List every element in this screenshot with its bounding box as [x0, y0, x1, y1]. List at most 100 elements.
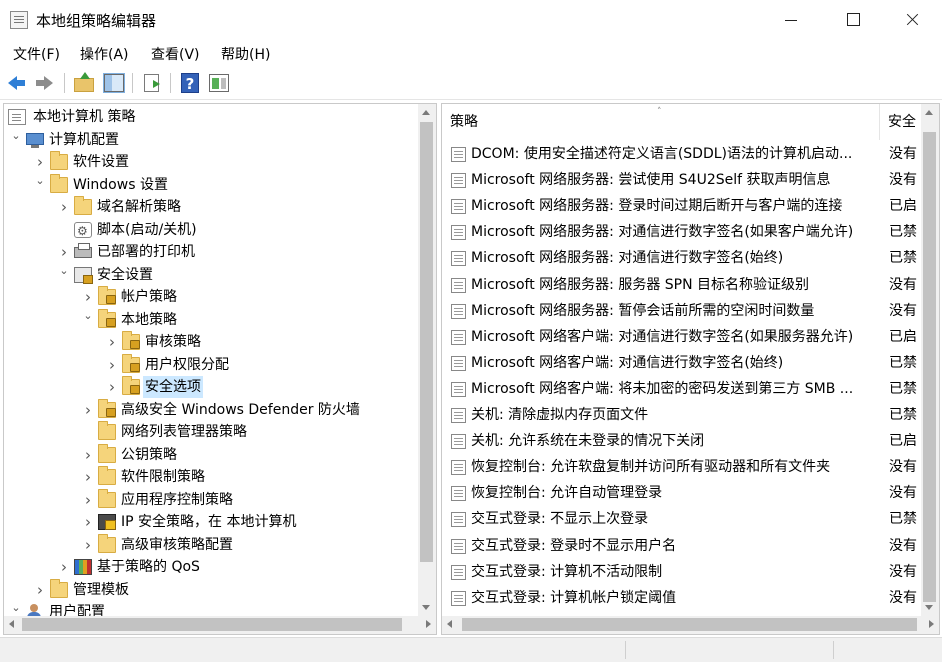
forward-button[interactable]	[32, 71, 56, 95]
policy-row[interactable]: 恢复控制台: 允许软盘复制并访问所有驱动器和所有文件夹 没有	[442, 454, 920, 480]
menu-file[interactable]: 文件(F)	[13, 44, 60, 64]
expand-chevron-icon[interactable]: ›	[82, 511, 94, 533]
policy-row[interactable]: DCOM: 使用安全描述符定义语言(SDDL)语法的计算机启动... 没有	[442, 141, 920, 167]
scroll-left-icon[interactable]	[447, 620, 452, 628]
tree-item[interactable]: › 帐户策略	[4, 286, 414, 308]
policy-row[interactable]: Microsoft 网络客户端: 对通信进行数字签名(如果服务器允许) 已启	[442, 324, 920, 350]
tree-item-label: 域名解析策略	[97, 199, 181, 215]
menu-view[interactable]: 查看(V)	[151, 44, 200, 64]
tree-horizontal-scrollbar[interactable]	[4, 616, 436, 634]
tree-scroll-thumb[interactable]	[420, 122, 433, 562]
back-button[interactable]	[6, 71, 30, 95]
scroll-up-icon[interactable]	[422, 110, 430, 115]
scroll-left-icon[interactable]	[9, 620, 14, 628]
scroll-right-icon[interactable]	[426, 620, 431, 628]
script-icon	[74, 220, 92, 242]
tree-item[interactable]: 本地计算机 策略	[4, 106, 414, 128]
tree-item[interactable]: ⌄ 安全设置	[4, 264, 414, 286]
expand-chevron-icon[interactable]: ›	[82, 399, 94, 421]
expand-chevron-icon[interactable]: ›	[82, 534, 94, 556]
policy-row[interactable]: Microsoft 网络服务器: 尝试使用 S4U2Self 获取声明信息 没有	[442, 167, 920, 193]
policy-name: 交互式登录: 计算机不活动限制	[471, 563, 663, 580]
tree-item[interactable]: › 审核策略	[4, 331, 414, 353]
minimize-button[interactable]	[767, 0, 815, 40]
list-scroll-thumb[interactable]	[923, 132, 936, 602]
collapse-chevron-icon[interactable]: ⌄	[82, 309, 94, 331]
list-vertical-scrollbar[interactable]	[921, 104, 939, 616]
scroll-down-icon[interactable]	[925, 605, 933, 610]
maximize-button[interactable]	[829, 0, 877, 40]
policy-row[interactable]: Microsoft 网络客户端: 对通信进行数字签名(始终) 已禁	[442, 350, 920, 376]
expand-chevron-icon[interactable]: ›	[82, 444, 94, 466]
console-tree[interactable]: 本地计算机 策略⌄计算机配置›软件设置⌄Windows 设置›域名解析策略脚本(…	[3, 103, 437, 635]
policy-row[interactable]: Microsoft 网络客户端: 将未加密的密码发送到第三方 SMB ... 已禁	[442, 376, 920, 402]
expand-chevron-icon[interactable]: ›	[58, 556, 70, 578]
up-level-button[interactable]	[72, 71, 96, 95]
expand-chevron-icon[interactable]: ›	[106, 376, 118, 398]
tree-item[interactable]: › 高级审核策略配置	[4, 533, 414, 556]
list-horizontal-scrollbar[interactable]	[442, 616, 939, 634]
policy-row[interactable]: 交互式登录: 计算机帐户锁定阈值 没有	[442, 585, 920, 611]
expand-chevron-icon[interactable]: ›	[82, 489, 94, 511]
tree-item[interactable]: › 应用程序控制策略	[4, 488, 414, 511]
tree-item[interactable]: › 用户权限分配	[4, 353, 414, 376]
tree-item[interactable]: 脚本(启动/关机)	[4, 219, 414, 242]
tree-item[interactable]: ⌄ 计算机配置	[4, 129, 414, 151]
policy-row[interactable]: Microsoft 网络服务器: 对通信进行数字签名(如果客户端允许) 已禁	[442, 219, 920, 245]
tree-vertical-scrollbar[interactable]	[418, 104, 436, 616]
tree-item[interactable]: ⌄ Windows 设置	[4, 173, 414, 196]
expand-chevron-icon[interactable]: ›	[58, 196, 70, 218]
tree-item[interactable]: › 软件限制策略	[4, 466, 414, 488]
tree-item[interactable]: 网络列表管理器策略	[4, 421, 414, 443]
menu-help[interactable]: 帮助(H)	[221, 44, 270, 64]
collapse-chevron-icon[interactable]: ⌄	[58, 264, 70, 286]
policy-row[interactable]: Microsoft 网络服务器: 服务器 SPN 目标名称验证级别 没有	[442, 272, 920, 298]
expand-chevron-icon[interactable]: ›	[34, 579, 46, 601]
expand-chevron-icon[interactable]: ›	[82, 286, 94, 308]
policy-row[interactable]: Microsoft 网络服务器: 暂停会话前所需的空闲时间数量 没有	[442, 298, 920, 324]
tree-item[interactable]: › 软件设置	[4, 151, 414, 173]
expand-chevron-icon[interactable]: ›	[34, 151, 46, 173]
policy-row[interactable]: 恢复控制台: 允许自动管理登录 没有	[442, 480, 920, 506]
tree-item[interactable]: › 域名解析策略	[4, 196, 414, 218]
help-button[interactable]: ?	[178, 71, 202, 95]
tree-item[interactable]: › 安全选项	[4, 376, 414, 398]
policy-name: 交互式登录: 不显示上次登录	[471, 511, 649, 528]
scroll-down-icon[interactable]	[422, 605, 430, 610]
tree-hscroll-thumb[interactable]	[22, 618, 402, 631]
policy-row[interactable]: Microsoft 网络服务器: 登录时间过期后断开与客户端的连接 已启	[442, 193, 920, 219]
view-button[interactable]	[207, 71, 231, 95]
tree-item[interactable]: › 高级安全 Windows Defender 防火墙	[4, 398, 414, 421]
close-button[interactable]	[888, 0, 936, 40]
folder-icon	[98, 443, 116, 463]
tree-item[interactable]: › 管理模板	[4, 578, 414, 601]
policy-row[interactable]: 交互式登录: 登录时不显示用户名 没有	[442, 533, 920, 559]
tree-item[interactable]: ⌄ 本地策略	[4, 308, 414, 331]
expand-chevron-icon[interactable]: ›	[82, 466, 94, 488]
tree-item-label: 软件设置	[73, 154, 129, 170]
collapse-chevron-icon[interactable]: ⌄	[10, 129, 22, 151]
folder-icon	[50, 173, 68, 193]
tree-item[interactable]: › IP 安全策略，在 本地计算机	[4, 511, 414, 533]
expand-chevron-icon[interactable]: ›	[106, 331, 118, 353]
policy-row[interactable]: 交互式登录: 计算机不活动限制 没有	[442, 559, 920, 585]
export-list-button[interactable]	[140, 71, 164, 95]
show-hide-tree-button[interactable]	[102, 71, 126, 95]
policy-list[interactable]: 策略 ˄ 安全 DCOM: 使用安全描述符定义语言(SDDL)语法的计算机启动.…	[441, 103, 940, 635]
scroll-up-icon[interactable]	[925, 110, 933, 115]
column-header-policy[interactable]: 策略 ˄	[442, 104, 880, 140]
policy-row[interactable]: 交互式登录: 不显示上次登录 已禁	[442, 506, 920, 532]
policy-document-icon	[8, 109, 26, 125]
menu-action[interactable]: 操作(A)	[80, 44, 129, 64]
expand-chevron-icon[interactable]: ›	[106, 354, 118, 376]
policy-row[interactable]: Microsoft 网络服务器: 对通信进行数字签名(始终) 已禁	[442, 245, 920, 271]
tree-item[interactable]: › 公钥策略	[4, 443, 414, 466]
policy-row[interactable]: 关机: 清除虚拟内存页面文件 已禁	[442, 402, 920, 428]
tree-item[interactable]: › 已部署的打印机	[4, 241, 414, 263]
scroll-right-icon[interactable]	[929, 620, 934, 628]
collapse-chevron-icon[interactable]: ⌄	[34, 174, 46, 196]
tree-item[interactable]: › 基于策略的 QoS	[4, 556, 414, 578]
expand-chevron-icon[interactable]: ›	[58, 241, 70, 263]
list-hscroll-thumb[interactable]	[462, 618, 917, 631]
policy-row[interactable]: 关机: 允许系统在未登录的情况下关闭 已启	[442, 428, 920, 454]
